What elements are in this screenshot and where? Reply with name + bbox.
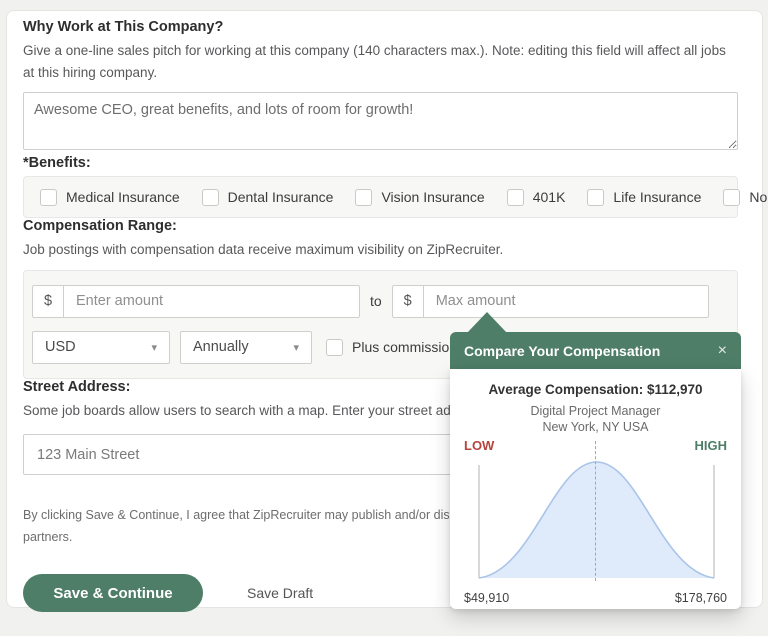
company-pitch-textarea[interactable]: Awesome CEO, great benefits, and lots of… (23, 92, 738, 151)
benefit-label: Vision Insurance (381, 189, 485, 206)
popup-title: Compare Your Compensation (464, 342, 661, 359)
compensation-description: Job postings with compensation data rece… (23, 242, 504, 258)
close-icon[interactable]: × (718, 342, 727, 359)
chart-range-values: $49,910 $178,760 (464, 591, 727, 605)
average-marker-line (595, 441, 596, 581)
high-label: HIGH (694, 438, 728, 453)
average-compensation-text: Average Compensation: $112,970 (488, 382, 703, 397)
currency-select[interactable]: USD ▾ (32, 330, 170, 364)
popup-body: Average Compensation: $112,970 Digital P… (450, 369, 741, 609)
pay-interval-select-value: Annually (193, 339, 249, 356)
benefit-label: Life Insurance (613, 189, 702, 206)
save-draft-button[interactable]: Save Draft (247, 585, 313, 601)
currency-select-value: USD (45, 339, 76, 356)
dollar-sign-prefix: $ (32, 284, 64, 318)
checkbox-icon[interactable] (40, 188, 57, 206)
benefits-group: Medical Insurance Dental Insurance Visio… (23, 176, 768, 219)
min-amount-input[interactable] (64, 284, 360, 318)
benefit-none-of-these[interactable]: None of These (723, 188, 768, 206)
chevron-down-icon: ▾ (293, 341, 299, 354)
benefit-medical-insurance[interactable]: Medical Insurance (40, 188, 180, 206)
checkbox-icon[interactable] (201, 188, 219, 206)
why-work-description: Give a one-line sales pitch for working … (23, 43, 726, 80)
benefit-label: Dental Insurance (227, 189, 334, 206)
popup-job-location: New York, NY USA (542, 420, 649, 434)
min-amount-group: $ (32, 284, 360, 318)
benefit-label: None of These (749, 189, 768, 206)
popup-job-title: Digital Project Manager (530, 404, 661, 418)
min-compensation-value: $49,910 (464, 591, 510, 605)
benefit-vision-insurance[interactable]: Vision Insurance (355, 188, 485, 206)
checkbox-icon[interactable] (723, 188, 741, 206)
benefit-label: Medical Insurance (66, 189, 180, 206)
benefit-dental-insurance[interactable]: Dental Insurance (201, 188, 334, 206)
compensation-title: Compensation Range: (23, 218, 177, 235)
max-compensation-value: $178,760 (674, 591, 727, 605)
checkbox-icon[interactable] (326, 338, 343, 356)
dollar-sign-prefix: $ (391, 284, 424, 318)
save-continue-button[interactable]: Save & Continue (23, 574, 203, 613)
checkbox-icon[interactable] (506, 188, 524, 206)
benefit-401k[interactable]: 401K (506, 188, 566, 206)
benefits-title: *Benefits: (23, 155, 91, 172)
pay-interval-select[interactable]: Annually ▾ (180, 330, 312, 364)
compare-compensation-popup: Compare Your Compensation × Average Comp… (450, 311, 741, 609)
chevron-down-icon: ▾ (151, 341, 157, 354)
plus-commission-checkbox-item[interactable]: Plus commission (326, 338, 458, 356)
checkbox-icon[interactable] (587, 188, 605, 206)
to-label: to (370, 293, 382, 310)
compensation-distribution-chart: LOW HIGH $49,910 $178,760 (464, 438, 727, 605)
plus-commission-label: Plus commission (352, 339, 458, 356)
popup-arrow-icon (467, 312, 507, 333)
popup-header: Compare Your Compensation × (450, 332, 741, 369)
benefit-life-insurance[interactable]: Life Insurance (587, 188, 702, 206)
checkbox-icon[interactable] (355, 188, 373, 206)
benefit-label: 401K (532, 189, 566, 206)
low-label: LOW (464, 438, 495, 453)
why-work-title: Why Work at This Company? (23, 19, 224, 35)
